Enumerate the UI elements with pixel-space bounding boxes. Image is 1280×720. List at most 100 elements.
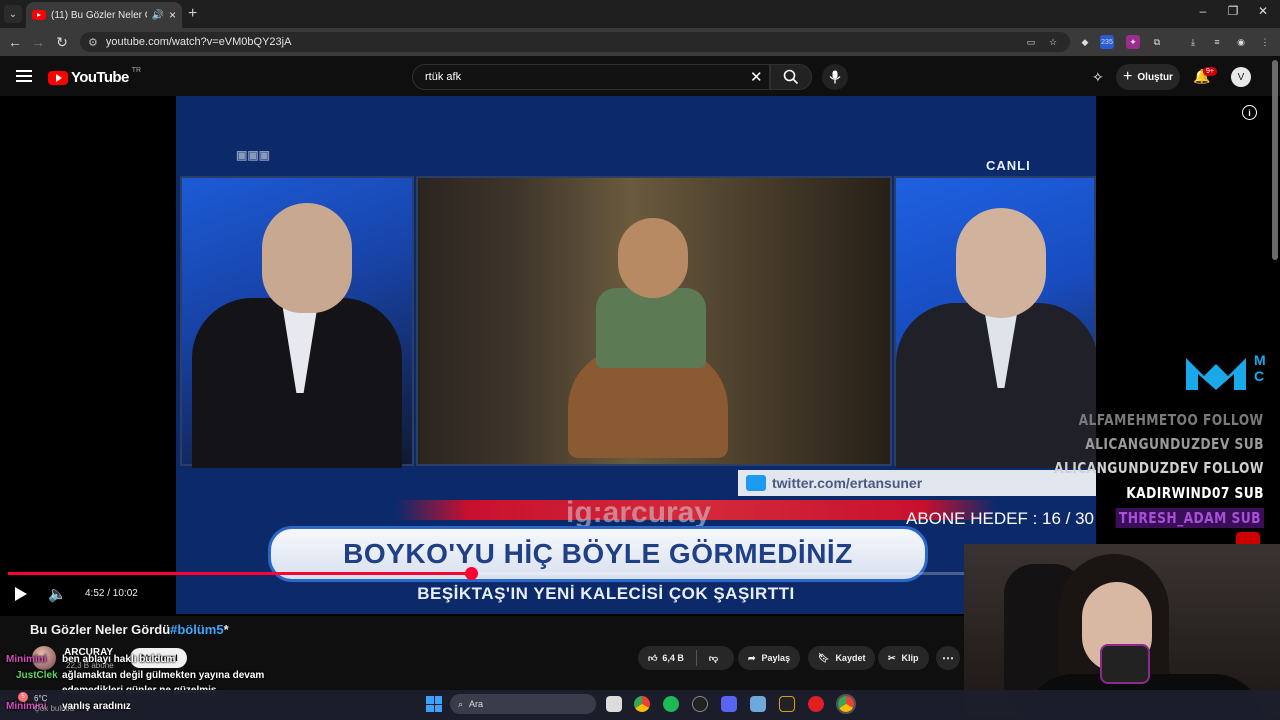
- page-scrollbar[interactable]: [1272, 60, 1278, 260]
- subscriber-goal: ABONE HEDEF : 16 / 30: [906, 509, 1095, 528]
- video-title-main: Bu Gözler Neler Gördü: [30, 622, 171, 637]
- install-app-icon[interactable]: ▭: [1024, 35, 1038, 49]
- clear-search-icon[interactable]: ✕: [750, 68, 763, 86]
- plus-icon: +: [1123, 68, 1133, 85]
- tv-live-label: CANLI: [986, 158, 1031, 173]
- url-text: youtube.com/watch?v=eVM0bQY23jA: [105, 36, 292, 48]
- youtube-logo[interactable]: YouTube TR: [48, 67, 142, 86]
- play-icon[interactable]: [14, 586, 28, 602]
- close-tab-icon[interactable]: ×: [169, 8, 176, 22]
- weather-temp: 6°C: [34, 694, 48, 703]
- search-icon: [783, 69, 799, 85]
- like-count: 6,4 B: [662, 653, 684, 663]
- steam-icon[interactable]: [692, 696, 708, 712]
- tv-panel-middle: [416, 176, 892, 466]
- country-code: TR: [131, 67, 142, 74]
- speaker-icon[interactable]: 🔊: [152, 10, 164, 21]
- thumbs-down-icon: 👎︎: [708, 652, 719, 663]
- reading-list-icon[interactable]: ≡: [1210, 35, 1224, 49]
- download-icon[interactable]: ⤓: [1186, 35, 1200, 49]
- bookmark-star-icon[interactable]: ☆: [1046, 35, 1060, 49]
- browser-tab[interactable]: (11) Bu Gözler Neler Gördü 🔊 ×: [26, 2, 182, 28]
- more-actions-icon[interactable]: ⋯: [936, 646, 960, 670]
- tv-headline: BOYKO'YU HİÇ BÖYLE GÖRMEDİNİZ: [343, 538, 853, 569]
- back-icon[interactable]: ←: [6, 34, 24, 50]
- account-avatar[interactable]: V: [1231, 67, 1251, 87]
- microphone-icon: [829, 70, 841, 84]
- taskbar-search-placeholder: Ara: [469, 699, 484, 709]
- site-info-icon[interactable]: ⚙: [88, 36, 98, 49]
- spotify-icon[interactable]: [663, 696, 679, 712]
- search-button[interactable]: [770, 64, 812, 90]
- windows-start-icon[interactable]: [426, 696, 442, 712]
- search-input[interactable]: rtük afk: [412, 64, 770, 90]
- tv-channel-logo: ▣▣▣: [236, 148, 271, 162]
- like-dislike-group: 👍︎ 6,4 B 👎︎: [638, 646, 734, 670]
- restore-icon[interactable]: ❐: [1218, 4, 1248, 18]
- chat-username: JustClek: [16, 670, 58, 681]
- app-red-icon[interactable]: [808, 696, 824, 712]
- dislike-button[interactable]: 👎︎: [709, 653, 718, 664]
- extension-pink-icon[interactable]: ✦: [1126, 35, 1140, 49]
- save-button[interactable]: 🔖︎ Kaydet: [808, 646, 876, 670]
- forward-icon[interactable]: →: [29, 34, 47, 50]
- extensions-puzzle-icon[interactable]: ⧉: [1150, 35, 1164, 49]
- tv-twitter-bar: twitter.com/ertansuner: [738, 470, 1096, 496]
- volume-icon[interactable]: 🔈: [48, 585, 67, 603]
- video-title-hashtag[interactable]: #bölüm5: [170, 622, 223, 637]
- divider: [695, 650, 697, 666]
- taskbar-search[interactable]: ⌕ Ara: [450, 694, 596, 714]
- scissors-icon: ✂: [888, 652, 896, 663]
- share-label: Paylaş: [761, 653, 791, 663]
- clip-button[interactable]: ✂ Klip: [878, 646, 929, 670]
- chat-username: Minimini: [6, 654, 47, 665]
- minimize-icon[interactable]: –: [1188, 4, 1218, 18]
- extension-diamond-icon[interactable]: ◆: [1078, 35, 1092, 49]
- create-label: Oluştur: [1137, 71, 1173, 83]
- voice-search-button[interactable]: [822, 64, 848, 90]
- browser-menu-icon[interactable]: ⋮: [1258, 35, 1272, 49]
- like-button[interactable]: 👍︎ 6,4 B: [648, 653, 684, 664]
- tv-panel-right: [894, 176, 1096, 468]
- league-icon[interactable]: [779, 696, 795, 712]
- close-window-icon[interactable]: ✕: [1248, 4, 1278, 18]
- chrome-active-icon[interactable]: [836, 694, 856, 714]
- video-frame[interactable]: ▣▣▣ CANLI twitter.com/ertansuner ig:arcu…: [176, 96, 1096, 614]
- m-logo-letters: MC: [1254, 352, 1266, 384]
- follow-line-3: KADIRWIND07 SUB: [1126, 484, 1264, 502]
- chrome-icon[interactable]: [634, 696, 650, 712]
- follow-line-1: ALICANGUNDUZDEV SUB: [1085, 435, 1264, 453]
- address-bar[interactable]: ⚙ youtube.com/watch?v=eVM0bQY23jA: [80, 32, 1070, 52]
- tab-title: (11) Bu Gözler Neler Gördü: [51, 9, 147, 21]
- new-tab-icon[interactable]: +: [188, 5, 197, 23]
- chat-message: ben ablayı haklı buldum: [62, 654, 176, 665]
- sparkle-icon[interactable]: ✧: [1092, 69, 1104, 86]
- video-title-suffix: *: [223, 622, 229, 637]
- info-icon[interactable]: i: [1242, 105, 1257, 120]
- weather-desc: Çok bulutlu: [34, 704, 75, 713]
- bookmark-icon: 🔖︎: [818, 652, 830, 663]
- tv-subline: BEŞİKTAŞ'IN YENİ KALECİSİ ÇOK ŞAŞIRTTI: [417, 584, 795, 603]
- youtube-play-logo-icon: [48, 70, 68, 85]
- time-readout: 4:52 / 10:02: [85, 588, 138, 599]
- share-button[interactable]: ➦ Paylaş: [738, 646, 801, 670]
- notification-badge: 9+: [1203, 67, 1217, 76]
- reload-icon[interactable]: ↻: [53, 34, 71, 51]
- profile-icon[interactable]: ◉: [1234, 35, 1248, 49]
- app-icon[interactable]: [750, 696, 766, 712]
- tv-twitter-handle: twitter.com/ertansuner: [772, 475, 923, 491]
- create-button[interactable]: + Oluştur: [1116, 64, 1180, 90]
- extension-badge-icon[interactable]: 235: [1100, 35, 1114, 49]
- chat-message: ağlamaktan değil gülmekten yayına devam: [62, 670, 265, 681]
- weather-widget[interactable]: 6°C Çok bulutlu: [34, 694, 74, 714]
- tv-panel-left: [180, 176, 414, 468]
- hamburger-menu-icon[interactable]: [16, 70, 32, 82]
- discord-icon[interactable]: [721, 696, 737, 712]
- m-logo-icon: [1186, 358, 1246, 390]
- tab-search-icon[interactable]: ⌄: [4, 5, 22, 23]
- thumbs-up-icon: 👍︎: [648, 652, 658, 663]
- progress-fill: [8, 572, 472, 575]
- save-label: Kaydet: [835, 653, 866, 663]
- follow-line-4: THRESH_ADAM SUB: [1115, 508, 1264, 528]
- file-explorer-icon[interactable]: [606, 696, 622, 712]
